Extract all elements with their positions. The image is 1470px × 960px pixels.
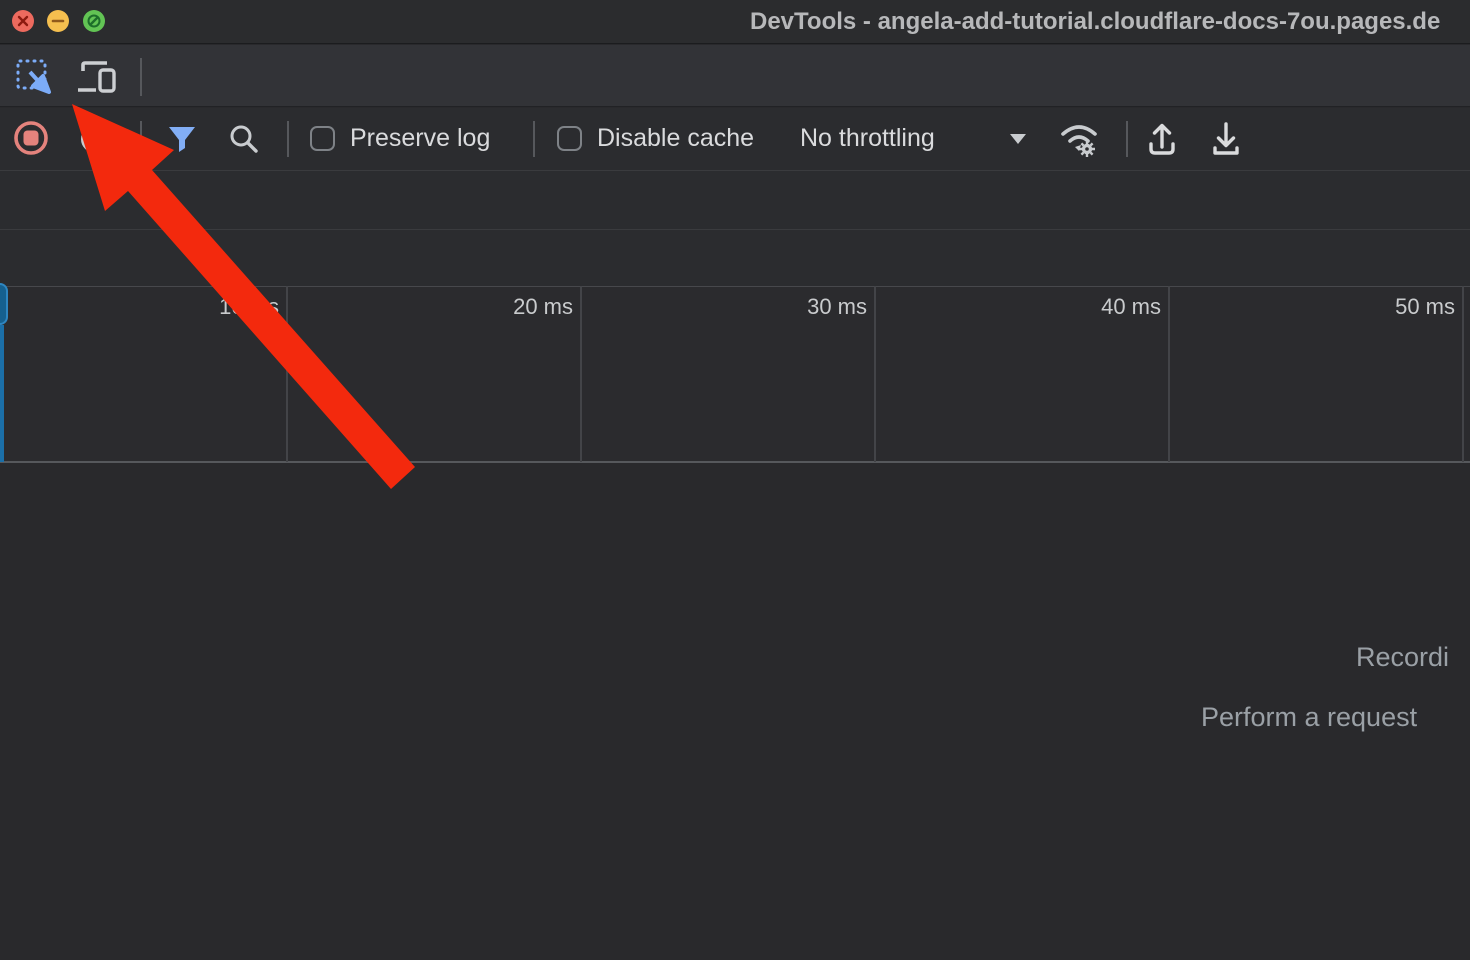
funnel-icon bbox=[166, 123, 198, 155]
tabbar-separator bbox=[140, 58, 142, 96]
timeline-gridline bbox=[1168, 286, 1170, 462]
toolbar-separator bbox=[533, 121, 535, 157]
timeline-gridline bbox=[580, 286, 582, 462]
timeline-tick-30ms: 30 ms bbox=[777, 294, 867, 320]
toolbar-separator bbox=[287, 121, 289, 157]
network-filter-row: Invert Hide data URLs Hide extension URL… bbox=[0, 170, 1470, 229]
fullscreen-window-button[interactable] bbox=[83, 10, 105, 32]
timeline-tick-20ms: 20 ms bbox=[483, 294, 573, 320]
inspect-cursor-icon bbox=[15, 58, 55, 96]
inspect-element-button[interactable] bbox=[15, 58, 55, 96]
close-icon bbox=[12, 10, 34, 32]
toolbar-separator bbox=[140, 121, 142, 157]
network-toolbar: Preserve log Disable cache No throttling bbox=[0, 108, 1470, 170]
disable-cache-label[interactable]: Disable cache bbox=[597, 124, 754, 153]
record-stop-icon bbox=[13, 120, 49, 156]
empty-state-recording-text: Recordi bbox=[1356, 642, 1449, 673]
clear-icon bbox=[80, 124, 110, 154]
empty-state-hint-text: Perform a request bbox=[1201, 702, 1417, 733]
upload-icon bbox=[1145, 121, 1179, 157]
timeline-event-marker bbox=[0, 283, 8, 325]
devtools-tabbar: Console Network Sources Performance Memo… bbox=[0, 45, 1470, 107]
timeline-gridline bbox=[1462, 286, 1464, 462]
timeline-tick-40ms: 40 ms bbox=[1071, 294, 1161, 320]
search-icon bbox=[228, 123, 260, 155]
minimize-window-button[interactable] bbox=[47, 10, 69, 32]
device-toolbar-icon bbox=[76, 57, 120, 97]
timeline-event-marker-line bbox=[0, 325, 4, 462]
preserve-log-checkbox[interactable] bbox=[310, 126, 335, 151]
network-conditions-button[interactable] bbox=[1059, 120, 1101, 160]
minimize-icon bbox=[47, 10, 69, 32]
filter-toggle-button[interactable] bbox=[166, 123, 198, 155]
timeline-gridline bbox=[286, 286, 288, 462]
search-button[interactable] bbox=[228, 123, 260, 155]
record-network-log-button[interactable] bbox=[13, 120, 49, 156]
window-titlebar: DevTools - angela-add-tutorial.cloudflar… bbox=[0, 0, 1470, 44]
import-har-button[interactable] bbox=[1145, 121, 1179, 157]
wifi-gear-icon bbox=[1059, 120, 1101, 160]
timeline-gridline bbox=[874, 286, 876, 462]
toolbar-separator bbox=[1126, 121, 1128, 157]
toggle-device-toolbar-button[interactable] bbox=[76, 57, 120, 97]
close-window-button[interactable] bbox=[12, 10, 34, 32]
throttling-select[interactable]: No throttling bbox=[800, 124, 935, 153]
download-icon bbox=[1209, 121, 1243, 157]
request-table-empty-area: Recordi Perform a request bbox=[0, 465, 1470, 960]
preserve-log-label[interactable]: Preserve log bbox=[350, 124, 490, 153]
disable-cache-checkbox[interactable] bbox=[557, 126, 582, 151]
chevron-down-icon bbox=[1009, 133, 1027, 145]
window-title: DevTools - angela-add-tutorial.cloudflar… bbox=[750, 8, 1440, 36]
timeline-tick-50ms: 50 ms bbox=[1365, 294, 1455, 320]
clear-network-log-button[interactable] bbox=[80, 124, 110, 154]
export-har-button[interactable] bbox=[1209, 121, 1243, 157]
fullscreen-icon bbox=[83, 10, 105, 32]
throttling-caret[interactable] bbox=[1009, 133, 1027, 145]
timeline-tick-10ms: 10 ms bbox=[189, 294, 279, 320]
request-filter-row: Blocked requests 3rd-party requests bbox=[0, 229, 1470, 286]
